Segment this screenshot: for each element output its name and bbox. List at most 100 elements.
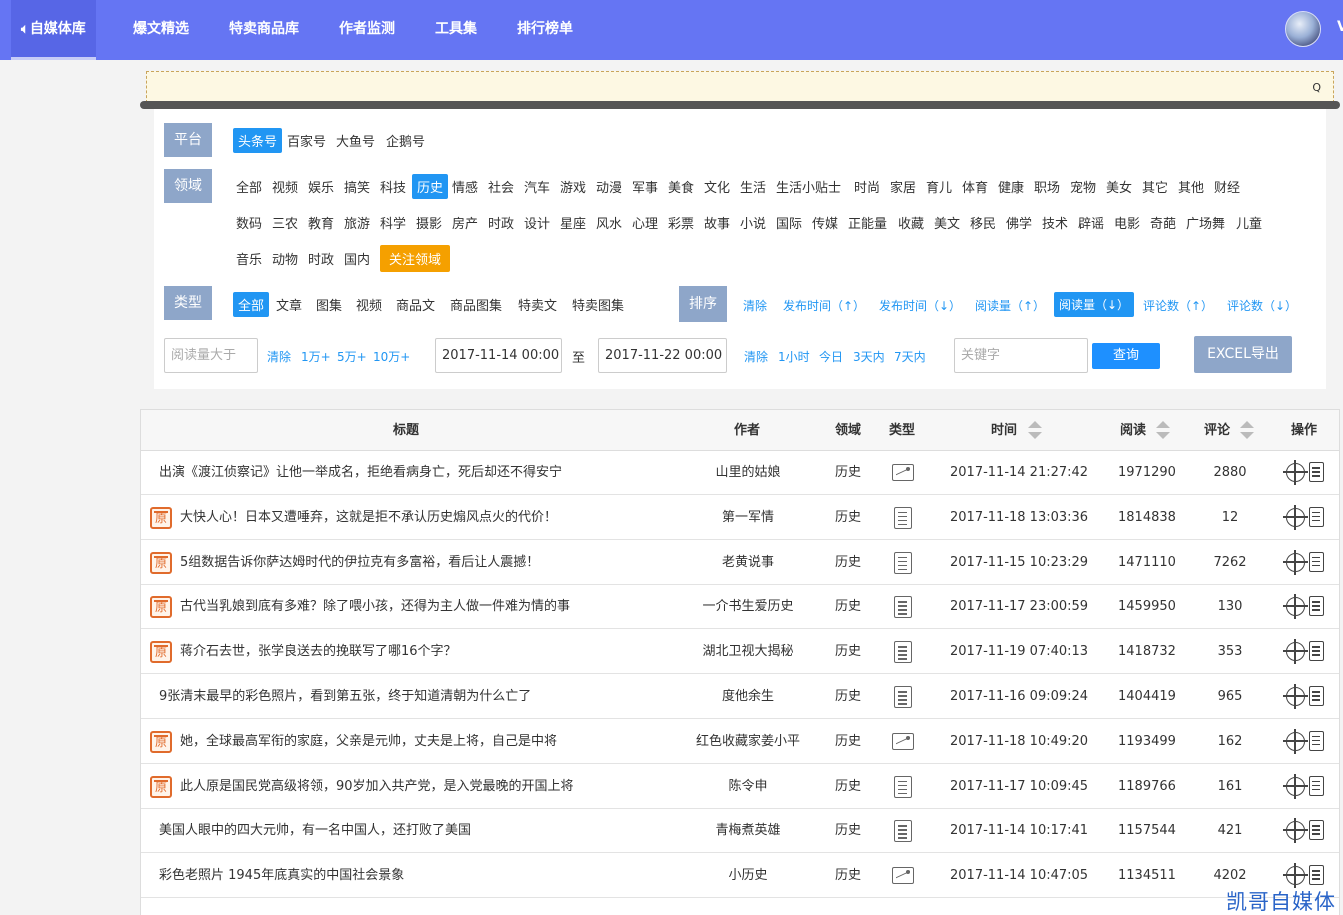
article-title[interactable]: 大快人心！日本又遭唾弃，这就是拒不承认历史煽风点火的代价！ — [180, 496, 557, 540]
domain-option[interactable]: 科技 — [380, 177, 406, 196]
detail-list-icon[interactable] — [1309, 462, 1324, 482]
follow-domain-button[interactable]: 关注领域 — [380, 245, 451, 272]
target-icon[interactable] — [1283, 460, 1308, 485]
keyword-input[interactable]: 关键字 — [954, 338, 1088, 373]
read-quick-link[interactable]: 5万+ — [337, 348, 367, 365]
sort-option[interactable]: 清除 — [743, 297, 767, 314]
domain-option[interactable]: 体育 — [962, 177, 988, 196]
nav-item-2[interactable]: 特卖商品库 — [229, 0, 299, 60]
domain-option[interactable]: 职场 — [1034, 177, 1060, 196]
type-option[interactable]: 特卖图集 — [572, 295, 624, 314]
domain-option[interactable]: 搞笑 — [344, 177, 370, 196]
sort-option[interactable]: 评论数（↓） — [1227, 297, 1297, 314]
detail-list-icon[interactable] — [1309, 686, 1324, 706]
sort-desc-icon[interactable] — [1028, 432, 1042, 439]
type-option[interactable]: 图集 — [316, 295, 342, 314]
article-title[interactable]: 她，全球最高军衔的家庭，父亲是元帅，丈夫是上将，自己是中将 — [180, 720, 557, 764]
article-author[interactable]: 第一军情 — [694, 496, 802, 540]
domain-option[interactable]: 传媒 — [812, 213, 838, 232]
sort-desc-icon[interactable] — [1156, 432, 1170, 439]
domain-option[interactable]: 彩票 — [668, 213, 694, 232]
sort-option[interactable]: 评论数（↑） — [1143, 297, 1213, 314]
nav-item-1[interactable]: 爆文精选 — [133, 0, 189, 60]
domain-option[interactable]: 情感 — [452, 177, 478, 196]
sort-option[interactable]: 阅读量（↓） — [1054, 292, 1135, 317]
article-title[interactable]: 美国人眼中的四大元帅，有一名中国人，还打败了美国 — [159, 809, 471, 853]
domain-option[interactable]: 房产 — [452, 213, 478, 232]
sort-option[interactable]: 发布时间（↑） — [783, 297, 865, 314]
domain-option[interactable]: 数码 — [236, 213, 262, 232]
target-icon[interactable] — [1283, 863, 1308, 889]
domain-option[interactable]: 健康 — [998, 177, 1024, 196]
nav-item-3[interactable]: 作者监测 — [339, 0, 395, 60]
domain-option[interactable]: 宠物 — [1070, 177, 1096, 196]
platform-option[interactable]: 企鹅号 — [386, 131, 425, 150]
domain-option[interactable]: 全部 — [236, 177, 262, 196]
domain-option[interactable]: 移民 — [970, 213, 996, 232]
domain-option[interactable]: 游戏 — [560, 177, 586, 196]
domain-option[interactable]: 设计 — [524, 213, 550, 232]
target-icon[interactable] — [1283, 818, 1308, 844]
article-title[interactable]: 9张清末最早的彩色照片，看到第五张，终于知道清朝为什么亡了 — [159, 675, 531, 719]
domain-option[interactable]: 时尚 — [854, 177, 880, 196]
article-author[interactable]: 青梅煮英雄 — [694, 809, 802, 853]
column-header[interactable]: 阅读 — [1120, 410, 1146, 451]
column-header[interactable]: 评论 — [1204, 410, 1230, 451]
target-icon[interactable] — [1283, 594, 1308, 620]
domain-option[interactable]: 其它 — [1142, 177, 1168, 196]
time-quick-link[interactable]: 1小时 — [778, 348, 810, 365]
article-title[interactable]: 出演《渡江侦察记》让他一举成名，拒绝看病身亡，死后却还不得安宁 — [159, 451, 562, 495]
domain-option[interactable]: 心理 — [632, 213, 658, 232]
date-to-input[interactable]: 2017-11-22 00:00 — [598, 338, 727, 373]
column-header[interactable]: 时间 — [991, 410, 1017, 451]
domain-option[interactable]: 时政 — [308, 249, 334, 268]
target-icon[interactable] — [1283, 639, 1308, 665]
domain-option[interactable]: 科学 — [380, 213, 406, 232]
article-author[interactable]: 度他余生 — [694, 675, 802, 719]
article-title[interactable]: 彩色老照片 1945年底真实的中国社会景象 — [159, 854, 404, 898]
domain-option[interactable]: 家居 — [890, 177, 916, 196]
read-quick-link[interactable]: 清除 — [267, 348, 291, 365]
date-from-input[interactable]: 2017-11-14 00:00 — [435, 338, 562, 373]
domain-option[interactable]: 汽车 — [524, 177, 550, 196]
domain-option[interactable]: 音乐 — [236, 249, 262, 268]
domain-option[interactable]: 生活小贴士 — [776, 177, 841, 196]
domain-option[interactable]: 旅游 — [344, 213, 370, 232]
domain-option[interactable]: 摄影 — [416, 213, 442, 232]
article-author[interactable]: 老黄说事 — [694, 541, 802, 585]
search-icon[interactable]: Q — [1312, 81, 1321, 94]
article-author[interactable]: 小历史 — [694, 854, 802, 898]
domain-option[interactable]: 辟谣 — [1078, 213, 1104, 232]
domain-option[interactable]: 财经 — [1214, 177, 1240, 196]
detail-list-icon[interactable] — [1309, 551, 1324, 572]
type-option[interactable]: 文章 — [276, 295, 302, 314]
domain-option[interactable]: 奇葩 — [1150, 213, 1176, 232]
time-quick-link[interactable]: 今日 — [819, 348, 843, 365]
nav-item-5[interactable]: 排行榜单 — [517, 0, 573, 60]
target-icon[interactable] — [1283, 684, 1308, 709]
detail-list-icon[interactable] — [1309, 775, 1324, 796]
read-quick-link[interactable]: 10万+ — [373, 348, 410, 365]
type-option[interactable]: 商品文 — [396, 295, 435, 314]
detail-list-icon[interactable] — [1309, 820, 1324, 841]
article-title[interactable]: 此人原是国民党高级将领，90岁加入共产党，是入党最晚的开国上将 — [180, 765, 574, 809]
domain-option[interactable]: 教育 — [308, 213, 334, 232]
domain-option[interactable]: 国内 — [344, 249, 370, 268]
domain-option[interactable]: 佛学 — [1006, 213, 1032, 232]
detail-list-icon[interactable] — [1309, 596, 1324, 617]
domain-option[interactable]: 生活 — [740, 177, 766, 196]
domain-option[interactable]: 文化 — [704, 177, 730, 196]
domain-option[interactable]: 历史 — [412, 174, 449, 199]
detail-list-icon[interactable] — [1309, 730, 1324, 751]
article-author[interactable]: 湖北卫视大揭秘 — [694, 630, 802, 674]
domain-option[interactable]: 儿童 — [1236, 213, 1262, 232]
domain-option[interactable]: 军事 — [632, 177, 658, 196]
platform-option[interactable]: 头条号 — [233, 128, 283, 153]
nav-item-4[interactable]: 工具集 — [435, 0, 477, 60]
domain-option[interactable]: 收藏 — [898, 213, 924, 232]
target-icon[interactable] — [1283, 504, 1308, 530]
target-icon[interactable] — [1283, 549, 1308, 575]
detail-list-icon[interactable] — [1309, 641, 1324, 662]
sort-desc-icon[interactable] — [1240, 432, 1254, 439]
user-avatar[interactable] — [1285, 11, 1321, 47]
